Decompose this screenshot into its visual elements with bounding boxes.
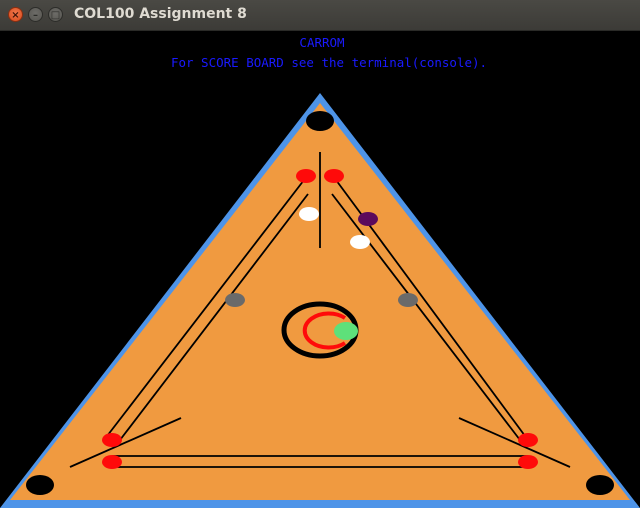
carrom-board-svg[interactable]: CARROM For SCORE BOARD see the terminal(… (0, 31, 640, 508)
striker[interactable] (334, 322, 358, 340)
maximize-button[interactable]: □ (48, 7, 63, 22)
window-title: COL100 Assignment 8 (74, 6, 247, 22)
base-circle-left-upper (102, 433, 122, 447)
close-icon: × (11, 10, 20, 21)
base-circle-top-left (296, 169, 316, 183)
grey-coin[interactable] (398, 293, 418, 307)
base-circle-left-lower (102, 455, 122, 469)
base-circle-top-right (324, 169, 344, 183)
game-heading: CARROM (299, 35, 344, 50)
base-circle-right-upper (518, 433, 538, 447)
title-bar: × – □ COL100 Assignment 8 (0, 0, 640, 31)
base-circle-right-lower (518, 455, 538, 469)
grey-coin[interactable] (225, 293, 245, 307)
minimize-button[interactable]: – (28, 7, 43, 22)
pocket-bottom-left (26, 475, 54, 495)
queen-coin[interactable] (358, 212, 378, 226)
white-coin[interactable] (350, 235, 370, 249)
maximize-icon: □ (50, 10, 61, 21)
game-canvas[interactable]: CARROM For SCORE BOARD see the terminal(… (0, 31, 640, 508)
pocket-top (306, 111, 334, 131)
white-coin[interactable] (299, 207, 319, 221)
app-window: × – □ COL100 Assignment 8 CARROM For SCO… (0, 0, 640, 508)
pocket-bottom-right (586, 475, 614, 495)
score-board-instruction: For SCORE BOARD see the terminal(console… (171, 55, 487, 70)
close-button[interactable]: × (8, 7, 23, 22)
minimize-icon: – (33, 10, 38, 21)
